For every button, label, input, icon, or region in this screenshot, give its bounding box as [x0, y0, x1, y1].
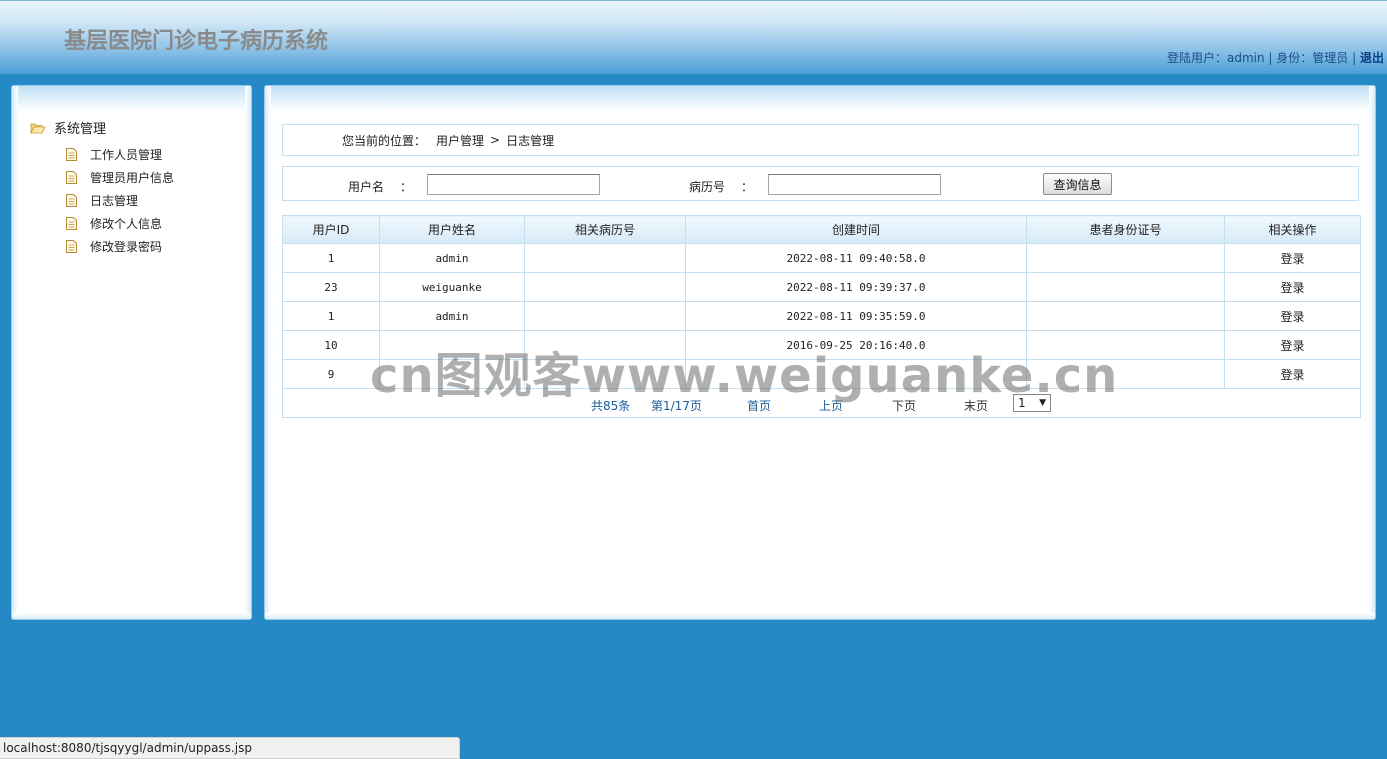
document-icon — [66, 148, 77, 161]
tree-root-system[interactable]: 系统管理 — [30, 118, 106, 137]
cell-user-id: 10 — [282, 330, 380, 360]
column-header-record-number: 相关病历号 — [524, 215, 686, 244]
cell-action-login[interactable]: 登录 — [1224, 359, 1361, 389]
username-label: 用户名 — [348, 180, 385, 194]
breadcrumb-prefix: 您当前的位置： — [342, 133, 427, 148]
cell-record-number — [524, 243, 686, 273]
breadcrumb-separator: > — [490, 133, 501, 147]
breadcrumb: 您当前的位置： 用户管理 > 日志管理 — [282, 124, 1359, 156]
cell-patient-id-card — [1026, 330, 1225, 360]
username-input[interactable] — [427, 174, 600, 195]
cell-user-id: 1 — [282, 243, 380, 273]
next-page-text: 下页 — [892, 399, 917, 413]
sidebar-item-label: 修改登录密码 — [90, 240, 163, 254]
cell-record-number — [524, 359, 686, 389]
document-icon — [66, 194, 77, 207]
cell-record-number — [524, 272, 686, 302]
cell-record-number — [524, 330, 686, 360]
cell-user-name: admin — [379, 301, 525, 331]
cell-action-login[interactable]: 登录 — [1224, 243, 1361, 273]
column-header-user-name: 用户姓名 — [379, 215, 525, 244]
prev-page-link[interactable]: 上页 — [819, 397, 843, 414]
table-row: 9 登录 — [282, 359, 1361, 389]
logout-link[interactable]: 退出 — [1360, 51, 1384, 65]
sidebar-item-staff[interactable]: 工作人员管理 — [66, 143, 174, 166]
cell-patient-id-card — [1026, 359, 1225, 389]
cell-patient-id-card — [1026, 301, 1225, 331]
column-header-patient-id-card: 患者身份证号 — [1026, 215, 1225, 244]
user-name: admin — [1227, 51, 1265, 65]
cell-user-id: 1 — [282, 301, 380, 331]
cell-user-name — [379, 330, 525, 360]
cell-user-id: 9 — [282, 359, 380, 389]
page-indicator: 第1/17页 — [651, 399, 702, 413]
browser-status-bar: localhost:8080/tjsqyygl/admin/uppass.jsp — [0, 737, 460, 759]
cell-user-name: admin — [379, 243, 525, 273]
pagination: 共85条 第1/17页 首页 上页 下页 末页 1 ▼ — [283, 389, 1360, 417]
cell-user-id: 23 — [282, 272, 380, 302]
breadcrumb-level2: 日志管理 — [506, 133, 555, 148]
sidebar-item-label: 日志管理 — [90, 194, 139, 208]
cell-user-name — [379, 359, 525, 389]
cell-created-time: 2022-08-11 09:35:59.0 — [685, 301, 1027, 331]
cell-action-login[interactable]: 登录 — [1224, 330, 1361, 360]
colon: ： — [741, 180, 754, 194]
document-icon — [66, 240, 77, 253]
record-number-input[interactable] — [768, 174, 941, 195]
table-row: 1 admin 2022-08-11 09:35:59.0 登录 — [282, 301, 1361, 331]
cell-user-name: weiguanke — [379, 272, 525, 302]
user-info: 登陆用户：admin | 身份：管理员 | 退出 — [1167, 49, 1384, 66]
separator: | — [1348, 51, 1360, 65]
sidebar-item-label: 修改个人信息 — [90, 217, 163, 231]
main-panel: 您当前的位置： 用户管理 > 日志管理 用户名 ： 病历号 ： 查询信息 用户I… — [264, 85, 1376, 620]
column-header-created-time: 创建时间 — [685, 215, 1027, 244]
log-table: 用户ID 用户姓名 相关病历号 创建时间 患者身份证号 相关操作 1 admin… — [282, 215, 1361, 418]
cell-patient-id-card — [1026, 243, 1225, 273]
document-icon — [66, 171, 77, 184]
page-select[interactable]: 1 ▼ — [1013, 394, 1051, 412]
table-header-row: 用户ID 用户姓名 相关病历号 创建时间 患者身份证号 相关操作 — [282, 215, 1361, 244]
role-label: 身份： — [1276, 51, 1313, 65]
cell-record-number — [524, 301, 686, 331]
cell-created-time: 2022-08-11 09:39:37.0 — [685, 272, 1027, 302]
cell-created-time: 2016-09-25 20:16:40.0 — [685, 330, 1027, 360]
table-row: 1 admin 2022-08-11 09:40:58.0 登录 — [282, 243, 1361, 273]
first-page-link[interactable]: 首页 — [747, 397, 771, 414]
sidebar-item-label: 管理员用户信息 — [90, 171, 175, 185]
cell-action-login[interactable]: 登录 — [1224, 272, 1361, 302]
sidebar-panel: 系统管理 工作人员管理 管理员用户信息 日志管理 修改个人信息 修改登录密码 — [11, 85, 252, 620]
page-select-value: 1 — [1018, 396, 1026, 410]
pager-row: 共85条 第1/17页 首页 上页 下页 末页 1 ▼ — [282, 388, 1361, 418]
app-title: 基层医院门诊电子病历系统 — [64, 29, 329, 54]
colon: ： — [400, 180, 413, 194]
role-name: 管理员 — [1312, 51, 1349, 65]
record-number-label: 病历号 — [689, 180, 726, 194]
column-header-user-id: 用户ID — [282, 215, 380, 244]
sidebar-item-change-password[interactable]: 修改登录密码 — [66, 235, 174, 258]
user-label: 登陆用户： — [1166, 51, 1227, 65]
breadcrumb-level1: 用户管理 — [436, 133, 485, 148]
tree-root-label: 系统管理 — [54, 122, 107, 137]
sidebar-item-admin-users[interactable]: 管理员用户信息 — [66, 166, 174, 189]
sidebar-item-edit-profile[interactable]: 修改个人信息 — [66, 212, 174, 235]
dropdown-arrow-icon: ▼ — [1039, 398, 1046, 408]
document-icon — [66, 217, 77, 230]
sidebar-item-label: 工作人员管理 — [90, 148, 163, 162]
sidebar-menu: 工作人员管理 管理员用户信息 日志管理 修改个人信息 修改登录密码 — [66, 143, 174, 258]
cell-patient-id-card — [1026, 272, 1225, 302]
column-header-actions: 相关操作 — [1224, 215, 1361, 244]
open-folder-icon — [30, 122, 46, 134]
cell-action-login[interactable]: 登录 — [1224, 301, 1361, 331]
last-page-text: 末页 — [964, 399, 989, 413]
cell-created-time — [685, 359, 1027, 389]
app-header: 基层医院门诊电子病历系统 登陆用户：admin | 身份：管理员 | 退出 — [0, 0, 1387, 74]
sidebar-item-logs[interactable]: 日志管理 — [66, 189, 174, 212]
cell-created-time: 2022-08-11 09:40:58.0 — [685, 243, 1027, 273]
search-form: 用户名 ： 病历号 ： 查询信息 — [282, 166, 1359, 201]
separator: | — [1264, 51, 1277, 65]
query-button[interactable]: 查询信息 — [1043, 173, 1112, 195]
total-count: 共85条 — [591, 399, 631, 413]
table-row: 23 weiguanke 2022-08-11 09:39:37.0 登录 — [282, 272, 1361, 302]
table-row: 10 2016-09-25 20:16:40.0 登录 — [282, 330, 1361, 360]
